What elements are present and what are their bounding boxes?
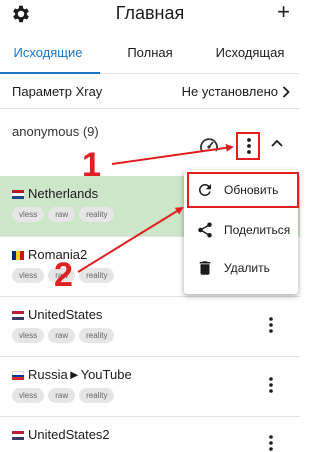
step-number-2: 2 — [54, 256, 73, 294]
server-tags: vless raw reality — [12, 207, 115, 222]
tag-badge: vless — [12, 328, 45, 343]
menu-item-share[interactable]: Поделиться — [184, 212, 298, 248]
server-tags: vless raw reality — [12, 388, 115, 403]
xray-param-value: Не установлено — [181, 84, 278, 99]
server-menu-button[interactable] — [268, 377, 274, 393]
menu-item-delete[interactable]: Удалить — [184, 250, 298, 286]
server-row-unitedstates2[interactable]: UnitedStates2 — [0, 417, 300, 452]
page-title: Главная — [115, 3, 185, 23]
more-vert-icon — [247, 138, 251, 154]
share-icon — [198, 222, 212, 238]
refresh-icon — [198, 183, 211, 196]
menu-item-label: Обновить — [224, 183, 279, 197]
tab-full[interactable]: Полная — [104, 45, 196, 60]
menu-item-label: Поделиться — [224, 223, 291, 237]
chevron-right-icon — [282, 86, 290, 98]
tag-badge: raw — [48, 207, 76, 222]
tab-outgoing-single[interactable]: Исходящая — [200, 45, 300, 60]
flag-us-icon — [12, 431, 24, 440]
tag-badge: reality — [79, 328, 115, 343]
tab-bar: Исходящие Полная Исходящая — [0, 36, 300, 74]
server-row-unitedstates[interactable]: UnitedStates vless raw reality — [0, 297, 300, 357]
xray-param-label: Параметр Xray — [12, 84, 103, 99]
tab-outgoing[interactable]: Исходящие — [0, 45, 96, 60]
server-row-russia-youtube[interactable]: Russia►YouTube vless raw reality — [0, 357, 300, 417]
tag-badge: raw — [48, 328, 76, 343]
server-menu-button[interactable] — [268, 317, 274, 333]
flag-nl-icon — [12, 190, 24, 199]
tag-badge: reality — [79, 207, 115, 222]
context-menu: Обновить Поделиться Удалить — [184, 170, 298, 294]
server-name: UnitedStates2 — [28, 427, 110, 442]
server-name: UnitedStates — [28, 307, 103, 322]
flag-ru-icon — [12, 371, 24, 381]
divider — [0, 108, 300, 109]
tag-badge: reality — [79, 268, 115, 283]
chevron-up-icon[interactable] — [270, 138, 284, 148]
server-menu-button[interactable] — [268, 435, 274, 451]
xray-param-row[interactable]: Параметр Xray Не установлено — [0, 78, 300, 104]
tag-badge: raw — [48, 388, 76, 403]
tag-badge: vless — [12, 207, 45, 222]
server-name: Russia►YouTube — [28, 367, 132, 382]
trash-icon — [199, 261, 211, 275]
tag-badge: vless — [12, 388, 45, 403]
tag-badge: reality — [79, 388, 115, 403]
flag-us-icon — [12, 311, 24, 320]
active-tab-indicator — [0, 72, 100, 74]
server-name: Netherlands — [28, 186, 99, 201]
step-number-1: 1 — [82, 146, 101, 184]
tag-badge: vless — [12, 268, 45, 283]
flag-ro-icon — [12, 251, 24, 260]
menu-item-refresh[interactable]: Обновить — [184, 172, 298, 208]
server-tags: vless raw reality — [12, 328, 115, 343]
plus-icon[interactable]: + — [277, 1, 290, 23]
speedometer-icon[interactable] — [199, 136, 219, 154]
menu-item-label: Удалить — [224, 261, 270, 275]
app-bar: Главная + — [0, 0, 300, 30]
group-title: anonymous (9) — [12, 124, 99, 139]
group-menu-button[interactable] — [239, 134, 259, 158]
